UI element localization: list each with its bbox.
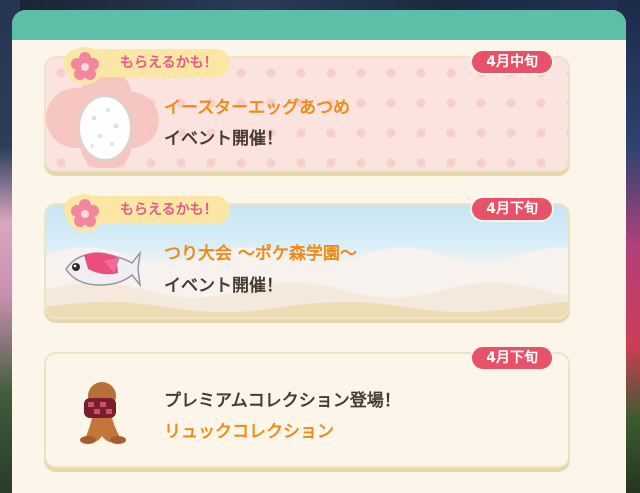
event-title: リュックコレクション: [164, 422, 334, 442]
event-title: イースターエッグあつめ: [164, 98, 351, 118]
panel-header: [12, 10, 626, 40]
cherry-blossom-icon: [66, 194, 104, 232]
event-card-fishing[interactable]: もらえるかも！ 4月下旬 つり大会 〜ポケ森学園〜 イベント開催！: [44, 194, 570, 319]
date-badge: 4月下旬: [470, 196, 554, 222]
easter-egg-icon: [74, 88, 136, 166]
fish-icon: [60, 243, 142, 299]
event-subtitle: イベント開催！: [164, 129, 283, 149]
event-card-backpack[interactable]: 4月下旬 プレミアムコレクション登場！ リュックコレクション: [44, 345, 570, 468]
backpack-icon: [76, 376, 130, 452]
event-subtitle: プレミアムコレクション登場！: [164, 391, 401, 411]
cherry-blossom-icon: [66, 47, 104, 85]
event-title: つり大会 〜ポケ森学園〜: [164, 244, 357, 264]
event-subtitle: イベント開催！: [164, 276, 283, 296]
event-card-easter[interactable]: もらえるかも！ 4月中旬 イースターエッグあつめ イベント開催！: [44, 47, 570, 172]
date-badge: 4月下旬: [470, 345, 554, 371]
date-badge: 4月中旬: [470, 49, 554, 75]
